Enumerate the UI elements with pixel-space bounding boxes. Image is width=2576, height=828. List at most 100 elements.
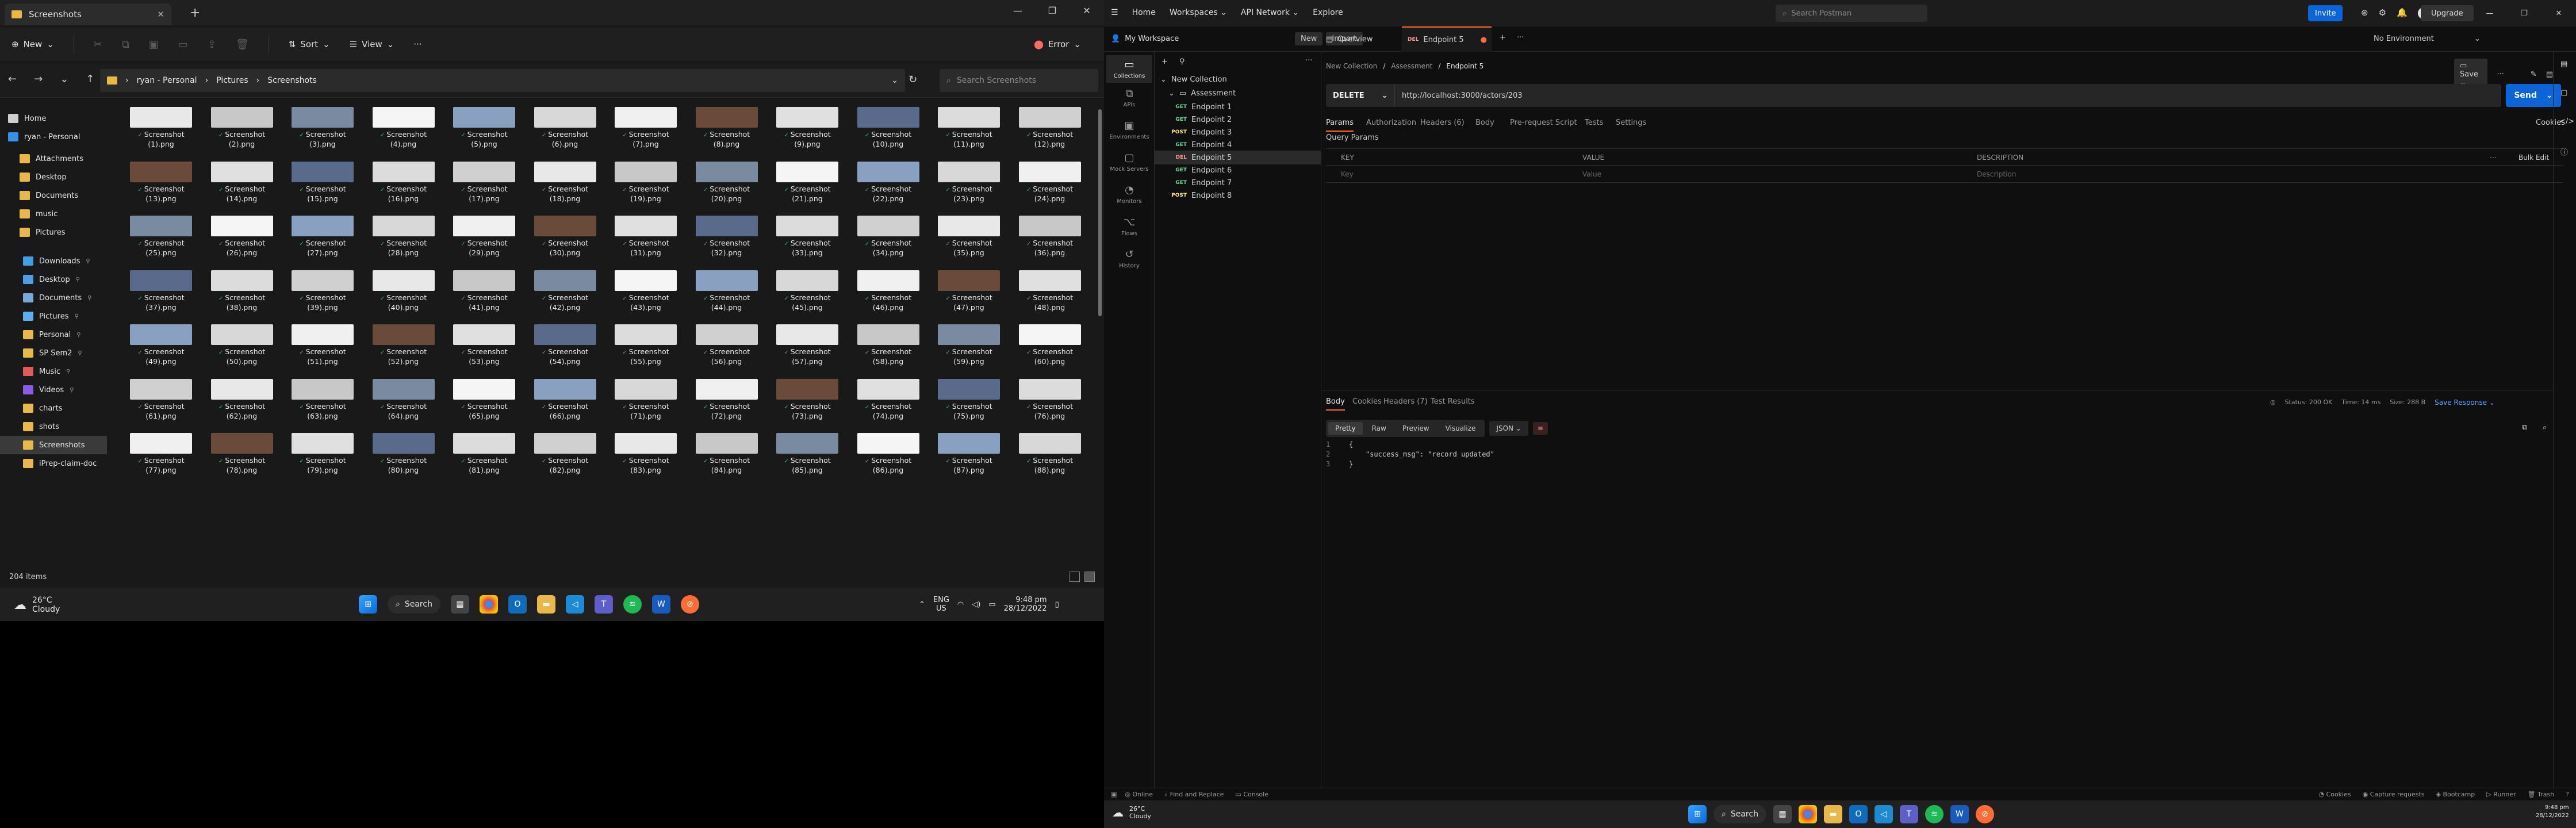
close-icon[interactable]: ✕	[1070, 0, 1104, 21]
file-tile[interactable]: ✓ Screenshot (30).png	[531, 216, 600, 270]
file-tile[interactable]: ✓ Screenshot (50).png	[208, 324, 277, 378]
file-tile[interactable]: ✓ Screenshot (56).png	[692, 324, 761, 378]
cookies-button[interactable]: ◔ Cookies	[2318, 791, 2351, 798]
request-tab[interactable]: Authorization	[1366, 118, 1416, 127]
file-tile[interactable]: ✓ Screenshot (45).png	[773, 270, 842, 324]
sidebar-item[interactable]: Documents ⚲	[0, 289, 91, 307]
postman-icon[interactable]: ⊘	[1975, 805, 1994, 823]
format-select[interactable]: JSON ⌄	[1489, 421, 1528, 436]
file-tile[interactable]: ✓ Screenshot (18).png	[531, 161, 600, 216]
workspace-title[interactable]: 👤 My Workspace	[1111, 34, 1179, 43]
sidebar-item[interactable]: Screenshots	[0, 436, 107, 454]
docs-icon[interactable]: ▤	[2546, 70, 2553, 79]
file-tile[interactable]: ✓ Screenshot (87).png	[934, 433, 1003, 487]
file-tile[interactable]: ✓ Screenshot (51).png	[288, 324, 357, 378]
file-tile[interactable]: ✓ Screenshot (71).png	[611, 378, 680, 433]
tab-endpoint-5[interactable]: DEL Endpoint 5 ●	[1402, 26, 1492, 52]
word-icon[interactable]: W	[651, 595, 670, 614]
rename-icon[interactable]: ▭	[178, 39, 188, 51]
file-tile[interactable]: ✓ Screenshot (21).png	[773, 161, 842, 216]
file-tile[interactable]: ✓ Screenshot (41).png	[450, 270, 519, 324]
sidebar-item[interactable]: Pictures ⚲	[0, 307, 79, 325]
file-tile[interactable]: ✓ Screenshot (27).png	[288, 216, 357, 270]
file-tile[interactable]: ✓ Screenshot (36).png	[1015, 216, 1084, 270]
taskbar-search[interactable]: ⌕ Search	[1713, 805, 1766, 823]
sidebar-item[interactable]: Documents	[0, 186, 78, 205]
help-icon[interactable]: ?	[2566, 791, 2569, 798]
sidebar-item[interactable]: Downloads ⚲	[0, 252, 90, 270]
file-tile[interactable]: ✓ Screenshot (73).png	[773, 378, 842, 433]
file-tile[interactable]: ✓ Screenshot (80).png	[369, 433, 438, 487]
more-button[interactable]: ···	[413, 39, 421, 49]
file-tile[interactable]: ✓ Screenshot (13).png	[126, 161, 195, 216]
file-tile[interactable]: ✓ Screenshot (25).png	[126, 216, 195, 270]
sidebar-item[interactable]: iPrep-claim-doc	[0, 454, 97, 473]
value-input[interactable]: Value	[1582, 170, 1601, 178]
file-tile[interactable]: ✓ Screenshot (54).png	[531, 324, 600, 378]
postman-search[interactable]: ⌕ Search Postman	[1776, 5, 1927, 22]
sort-button[interactable]: ⇅ Sort ⌄	[289, 39, 330, 49]
view-mode-raw[interactable]: Raw	[1365, 422, 1393, 435]
nav-workspaces[interactable]: Workspaces ⌄	[1170, 8, 1227, 17]
cut-icon[interactable]: ✂	[94, 39, 102, 51]
endpoint-item[interactable]: GET Endpoint 4	[1155, 138, 1321, 152]
response-tab[interactable]: Cookies	[1352, 397, 1382, 406]
file-tile[interactable]: ✓ Screenshot (63).png	[288, 378, 357, 433]
file-tile[interactable]: ✓ Screenshot (85).png	[773, 433, 842, 487]
copy-icon[interactable]: ⧉	[122, 39, 129, 51]
file-tile[interactable]: ✓ Screenshot (33).png	[773, 216, 842, 270]
file-tile[interactable]: ✓ Screenshot (5).png	[450, 107, 519, 161]
file-tile[interactable]: ✓ Screenshot (52).png	[369, 324, 438, 378]
file-tile[interactable]: ✓ Screenshot (40).png	[369, 270, 438, 324]
capture-button[interactable]: ◉ Capture requests	[2363, 791, 2425, 798]
new-button[interactable]: ⊕ New ⌄	[12, 39, 54, 49]
minimize-icon[interactable]: —	[1000, 0, 1035, 21]
sidebar-item[interactable]: shots	[0, 417, 59, 436]
filter-icon[interactable]: ⚲	[1179, 57, 1185, 66]
forward-arrow-icon[interactable]: →	[34, 73, 43, 85]
sidebar-item[interactable]: Attachments	[0, 150, 83, 168]
view-button[interactable]: ☰ View ⌄	[350, 39, 394, 49]
file-tile[interactable]: ✓ Screenshot (28).png	[369, 216, 438, 270]
add-tab-icon[interactable]: +	[1500, 33, 1506, 42]
scrollbar[interactable]	[1098, 109, 1102, 316]
file-tile[interactable]: ✓ Screenshot (20).png	[692, 161, 761, 216]
bell-icon[interactable]: 🔔	[2397, 7, 2408, 19]
request-tab[interactable]: Tests	[1585, 118, 1603, 127]
copy-icon[interactable]: ⧉	[2522, 423, 2527, 432]
word-icon[interactable]: W	[1950, 805, 1969, 823]
weather-widget[interactable]: ☁ 26°C Cloudy	[14, 596, 60, 614]
refresh-icon[interactable]: ↻	[908, 74, 917, 86]
file-tile[interactable]: ✓ Screenshot (9).png	[773, 107, 842, 161]
find-replace-button[interactable]: ⌕ Find and Replace	[1164, 791, 1224, 799]
file-explorer-icon[interactable]: ▬	[1823, 805, 1842, 823]
file-tile[interactable]: ✓ Screenshot (31).png	[611, 216, 680, 270]
nav-home[interactable]: Home	[1132, 8, 1156, 17]
tiles-view-icon[interactable]	[1084, 572, 1095, 582]
delete-icon[interactable]: 🗑	[236, 39, 249, 51]
file-tile[interactable]: ✓ Screenshot (61).png	[126, 378, 195, 433]
file-tile[interactable]: ✓ Screenshot (24).png	[1015, 161, 1084, 216]
online-status[interactable]: ◎ Online	[1125, 791, 1153, 798]
sidebar-item[interactable]: Desktop ⚲	[0, 270, 80, 289]
wifi-icon[interactable]: ◠	[957, 600, 964, 609]
tab-overview[interactable]: ▤ Overview	[1326, 26, 1401, 52]
file-tile[interactable]: ✓ Screenshot (26).png	[208, 216, 277, 270]
file-tile[interactable]: ✓ Screenshot (1).png	[126, 107, 195, 161]
details-view-icon[interactable]	[1070, 572, 1080, 582]
upgrade-button[interactable]: Upgrade	[2421, 5, 2474, 21]
file-tile[interactable]: ✓ Screenshot (88).png	[1015, 433, 1084, 487]
bootcamp-button[interactable]: ◈ Bootcamp	[2436, 791, 2475, 798]
rail-item-collections[interactable]: ▭ Collections	[1106, 55, 1152, 83]
file-tile[interactable]: ✓ Screenshot (75).png	[934, 378, 1003, 433]
chevron-up-icon[interactable]: ⌃	[919, 600, 925, 609]
nav-explore[interactable]: Explore	[1313, 8, 1343, 17]
breadcrumb-item[interactable]: Pictures	[216, 76, 248, 85]
file-tile[interactable]: ✓ Screenshot (79).png	[288, 433, 357, 487]
request-tab[interactable]: Settings	[1616, 118, 1646, 127]
menu-icon[interactable]: ☰	[1111, 8, 1118, 17]
breadcrumb-item[interactable]: Assessment	[1391, 62, 1432, 70]
endpoint-item[interactable]: POST Endpoint 3	[1155, 125, 1321, 139]
file-tile[interactable]: ✓ Screenshot (83).png	[611, 433, 680, 487]
outlook-icon[interactable]: O	[1849, 805, 1868, 823]
